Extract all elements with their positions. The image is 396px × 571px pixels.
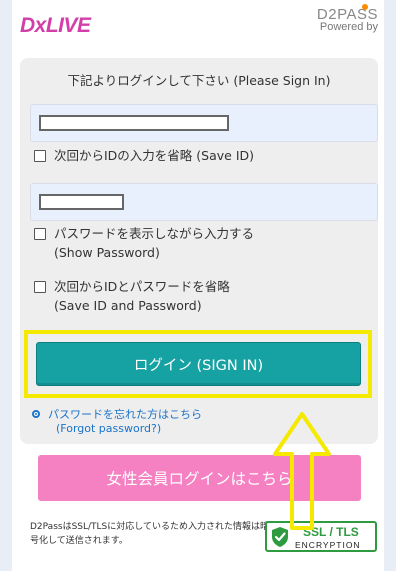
save-id-checkbox[interactable]: 次回からIDの入力を省略 (Save ID) [34,146,254,165]
user-id-field[interactable] [30,104,378,142]
d2pass-badge: D2PASS Powered by [317,4,378,33]
show-password-label: パスワードを表示しながら入力する [54,226,255,241]
save-id-checkbox-box[interactable] [34,150,46,162]
bullet-icon [32,410,40,418]
forgot-password-text-en[interactable]: (Forgot password?) [56,422,202,436]
login-panel: 下記よりログインして下さい (Please Sign In) 次回からIDの入力… [20,58,378,444]
dxlive-logo: DxLIVE [20,14,91,37]
powered-by-label: Powered by [319,21,378,33]
show-password-checkbox-box[interactable] [34,228,46,240]
sign-in-instruction: 下記よりログインして下さい (Please Sign In) [67,73,331,88]
redacted-user-id [39,115,229,131]
ssl-note: D2PassはSSL/TLSに対応しているため入力された情報は暗号化して送信され… [30,522,270,546]
ssl-badge-subtitle: ENCRYPTION [295,540,361,550]
save-id-password-checkbox[interactable]: 次回からIDとパスワードを省略 (Save ID and Password) [34,277,230,315]
redacted-password [39,194,124,210]
d2pass-dot-icon [362,4,368,10]
save-id-password-label: 次回からIDとパスワードを省略 [54,279,230,294]
up-arrow-annotation-icon [273,412,331,530]
save-id-password-checkbox-box[interactable] [34,281,46,293]
page: DxLIVE D2PASS Powered by 下記よりログインして下さい (… [12,0,384,571]
save-id-label: 次回からIDの入力を省略 (Save ID) [54,148,255,163]
login-button-highlight: ログイン (SIGN IN) [24,330,372,398]
show-password-label-en: (Show Password) [54,245,160,260]
login-button[interactable]: ログイン (SIGN IN) [36,342,361,386]
forgot-password-link[interactable]: パスワードを忘れた方はこちら (Forgot password?) [32,408,202,436]
show-password-checkbox[interactable]: パスワードを表示しながら入力する (Show Password) [34,224,254,262]
forgot-password-text[interactable]: パスワードを忘れた方はこちら [48,408,202,422]
save-id-password-label-en: (Save ID and Password) [54,298,202,313]
password-field[interactable] [30,183,378,221]
